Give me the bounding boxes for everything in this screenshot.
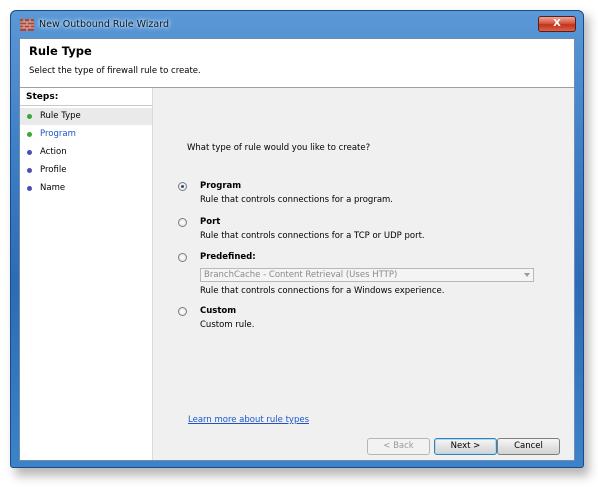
step-label: Action — [40, 147, 67, 157]
predefined-dropdown[interactable]: BranchCache - Content Retrieval (Uses HT… — [200, 268, 534, 282]
step-status-icon — [27, 132, 32, 137]
steps-divider — [20, 105, 152, 106]
program-option-label[interactable]: Program — [200, 181, 241, 191]
step-status-icon — [27, 114, 32, 119]
close-icon: X — [553, 18, 561, 29]
step-label: Name — [40, 183, 66, 193]
window-title: New Outbound Rule Wizard — [39, 19, 169, 30]
page-title: Rule Type — [29, 44, 92, 58]
port-radio[interactable] — [178, 218, 187, 227]
title-bar[interactable]: New Outbound Rule Wizard X — [11, 11, 583, 38]
rule-type-question: What type of rule would you like to crea… — [187, 143, 371, 153]
dialog-client-area: Rule Type Select the type of firewall ru… — [19, 38, 575, 461]
chevron-down-icon — [524, 273, 530, 277]
page-subtitle: Select the type of firewall rule to crea… — [29, 66, 201, 76]
next-button[interactable]: Next > — [434, 438, 497, 455]
steps-panel: Steps: Rule Type Program Action Profile … — [20, 88, 153, 460]
predefined-radio[interactable] — [178, 253, 187, 262]
predefined-dropdown-value: BranchCache - Content Retrieval (Uses HT… — [204, 270, 398, 280]
wizard-header: Rule Type Select the type of firewall ru… — [20, 39, 574, 88]
port-option-description: Rule that controls connections for a TCP… — [200, 231, 425, 241]
custom-option-description: Custom rule. — [200, 320, 255, 330]
custom-radio[interactable] — [178, 307, 187, 316]
custom-option-label[interactable]: Custom — [200, 306, 236, 316]
step-name[interactable]: Name — [20, 180, 152, 197]
step-action[interactable]: Action — [20, 144, 152, 161]
step-status-icon — [27, 168, 32, 173]
main-panel: What type of rule would you like to crea… — [153, 88, 574, 460]
step-label: Rule Type — [40, 111, 81, 121]
back-button[interactable]: < Back — [367, 438, 430, 455]
steps-title: Steps: — [26, 92, 59, 102]
close-button[interactable]: X — [538, 16, 576, 32]
step-rule-type[interactable]: Rule Type — [20, 108, 152, 125]
firewall-icon — [20, 19, 34, 31]
step-profile[interactable]: Profile — [20, 162, 152, 179]
cancel-button[interactable]: Cancel — [497, 438, 560, 455]
step-status-icon — [27, 186, 32, 191]
port-option-label[interactable]: Port — [200, 217, 220, 227]
step-status-icon — [27, 150, 32, 155]
step-label: Program — [40, 129, 76, 139]
program-option-description: Rule that controls connections for a pro… — [200, 195, 394, 205]
predefined-option-description: Rule that controls connections for a Win… — [200, 286, 445, 296]
step-program[interactable]: Program — [20, 126, 152, 143]
wizard-window: New Outbound Rule Wizard X Rule Type Sel… — [10, 10, 584, 468]
step-label: Profile — [40, 165, 67, 175]
learn-more-link[interactable]: Learn more about rule types — [188, 415, 309, 425]
predefined-option-label[interactable]: Predefined: — [200, 252, 256, 262]
program-radio[interactable] — [178, 182, 187, 191]
